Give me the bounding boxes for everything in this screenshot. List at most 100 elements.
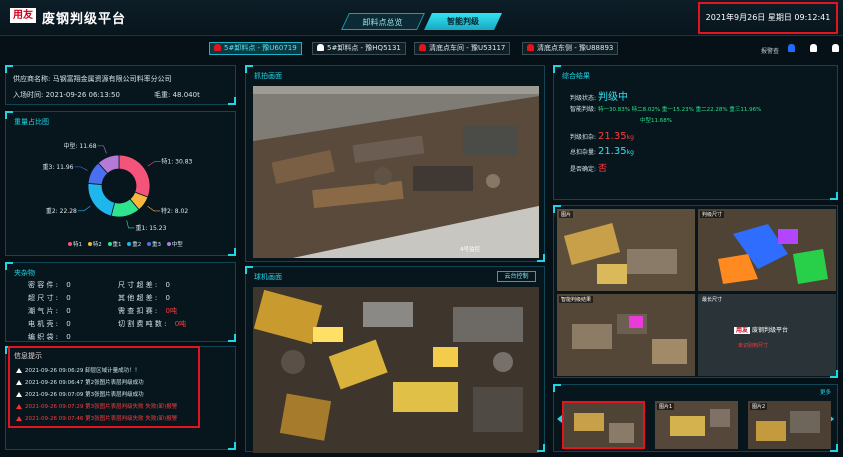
bell-icon <box>419 44 426 51</box>
bell-icon[interactable] <box>832 44 839 52</box>
inclusion-item: 切 割 费 吨 数 : 0吨 <box>118 320 187 328</box>
pie-label: 重3: 11.96 <box>43 163 74 171</box>
pie-label: 重2: 22.28 <box>46 207 77 215</box>
inclusions-panel: 夹杂物 密 容 件 : 0 尺 寸 超 差 : 0 超 尺 寸 : 0 其 他 … <box>5 262 236 342</box>
weight-ratio-chart: 特1: 30.83 特2: 8.02 重1: 15.23 重2: 22.28 重3: 1… <box>43 142 193 232</box>
bell-icon <box>317 44 324 51</box>
brand-logo: 用友 <box>10 8 36 23</box>
capture-title: 抓拍画面 <box>254 72 282 80</box>
camera-label: 4号监控 <box>460 247 480 253</box>
more-link[interactable]: 更多 <box>820 388 831 396</box>
pie-leader-line <box>74 166 88 171</box>
entry-time-value: 2021-09-26 06:13:50 <box>45 91 120 99</box>
bell-icon[interactable] <box>810 44 817 52</box>
pie-leader-line <box>147 206 161 212</box>
bell-icon <box>214 44 221 51</box>
gallery-thumb-1[interactable] <box>562 401 645 449</box>
brand-title-small: 废钢判级平台 <box>751 327 788 334</box>
total-deduct-value: 21.35 <box>597 146 627 157</box>
legend-dot <box>166 242 171 246</box>
legend-dot <box>68 242 72 246</box>
chart-legend: 特1 特2 重1 重2 重3 中型 <box>68 240 187 248</box>
capture-scene <box>253 86 539 258</box>
gallery-thumb-2[interactable]: 图片1 <box>655 401 738 449</box>
warning-icon <box>16 392 22 397</box>
live-camera-image[interactable] <box>253 287 539 453</box>
message-item-error: 2021-09-26 09:07:46 第3张图片表层判级失败 失败(卸)报警 <box>16 414 177 422</box>
inclusion-item: 超 尺 寸 : 0 <box>28 294 71 302</box>
weight-ratio-panel: 重量占比图 特1: 30.83 特2: 8.02 重1: 15.23 重2: 22.2… <box>5 111 236 256</box>
status-value: 判级中 <box>597 92 628 103</box>
analysis-thumb-1[interactable]: 图片 <box>557 209 695 291</box>
tab-smart-grading[interactable]: 智能判级 <box>424 13 502 30</box>
pie-leader-line <box>97 145 107 154</box>
result-panel: 综合结果 判级状态: 判级中 智能判级: 特一30.83% 特二8.02% 重一… <box>553 65 838 200</box>
tab-unloading-label: 卸料点总览 <box>362 18 403 27</box>
grade-line-2: 中型11.68% <box>640 118 672 124</box>
inclusion-item: 电 机 壳 : 0 <box>28 320 71 328</box>
legend-item: 特2 <box>87 240 102 248</box>
vehicle-bar: 5#卸料点 - 豫U60719 5#卸料点 - 豫HQ5131 清底点车间 - … <box>0 37 843 61</box>
warning-icon <box>16 380 22 385</box>
tab-grading-label: 智能判级 <box>447 17 479 26</box>
plate-tab-3[interactable]: 清底点车间 - 豫U53117 <box>414 42 511 55</box>
capture-panel: 抓拍画面 4号监控 <box>245 65 545 262</box>
pie-label: 特1: 30.83 <box>161 158 192 166</box>
message-item: 2021-09-26 09:07:09 第3张图片表层判级成功 <box>16 390 144 398</box>
thumb-label: 智能判级结果 <box>559 296 594 303</box>
plate-label: 清底点车间 - 豫U53117 <box>429 44 506 52</box>
thumb-label: 判级尺寸 <box>700 211 725 218</box>
pie-leader-line <box>147 161 161 167</box>
legend-item: 重1 <box>107 240 122 248</box>
plate-label: 清底点东侧 - 豫U88893 <box>537 44 614 52</box>
gallery-panel: 更多 图片1 图片2 <box>553 384 838 452</box>
analysis-thumb-2[interactable]: 判级尺寸 <box>698 209 836 291</box>
tab-unloading-overview[interactable]: 卸料点总览 <box>341 13 425 30</box>
gallery-thumb-3[interactable]: 图片2 <box>748 401 831 449</box>
capture-image[interactable]: 4号监控 <box>253 86 539 258</box>
pie-label: 特2: 8.02 <box>161 207 188 215</box>
no-size-text: 未识别到尺寸 <box>738 343 769 349</box>
longest-size-label: 最长尺寸 <box>702 297 723 303</box>
message-item: 2021-09-26 09:06:47 第2张图片表层判级成功 <box>16 378 144 386</box>
legend-dot <box>107 242 112 246</box>
deduct-label: 判级扣杂: <box>570 134 597 141</box>
size-info-box: 最长尺寸 用友 废钢判级平台 未识别到尺寸 <box>698 294 836 376</box>
pie-leader-line <box>77 205 91 212</box>
pie-slice-特1[interactable] <box>118 154 151 198</box>
pie-slice-重2[interactable] <box>87 182 116 217</box>
legend-dot <box>147 242 151 246</box>
result-title: 综合结果 <box>562 72 590 80</box>
supplier-name-label: 供应商名称: <box>13 75 51 83</box>
live-scene <box>253 287 539 453</box>
alarm-query-label[interactable]: 报警查 <box>761 46 779 55</box>
app-title: 废钢判级平台 <box>42 12 127 27</box>
bell-icon[interactable] <box>788 44 795 52</box>
plate-tab-4[interactable]: 清底点东侧 - 豫U88893 <box>522 42 619 55</box>
gross-weight-label: 毛重: <box>154 91 171 99</box>
confirm-label: 是否确定: <box>570 166 597 173</box>
confirm-value: 否 <box>597 164 607 174</box>
warning-icon <box>16 404 22 409</box>
inclusions-title: 夹杂物 <box>14 269 35 277</box>
header-bar: 用友 废钢判级平台 卸料点总览 智能判级 2021年9月26日 星期日 09:1… <box>0 0 843 36</box>
pie-leader-line <box>126 220 135 229</box>
plate-label: 5#卸料点 - 豫HQ5131 <box>327 44 401 52</box>
analysis-panel: 图片 判级尺寸 智能判级结果 最长尺寸 用友 废钢判级平台 未识别到尺寸 <box>553 205 838 378</box>
ptz-control-button[interactable]: 云台控制 <box>497 271 536 282</box>
entry-time-label: 入场时间: <box>13 91 44 99</box>
plate-label: 5#卸料点 - 豫U60719 <box>224 44 297 52</box>
gross-weight-value: 48.040t <box>172 91 200 99</box>
pie-label: 重1: 15.23 <box>135 224 166 232</box>
legend-item: 重2 <box>127 240 141 248</box>
inclusion-item: 其 他 超 差 : 0 <box>118 294 170 302</box>
inclusion-item: 需 查 扣 赛 : 0吨 <box>118 307 177 315</box>
total-deduct-label: 总扣杂量: <box>570 149 597 156</box>
analysis-thumb-3[interactable]: 智能判级结果 <box>557 294 695 376</box>
plate-tab-2[interactable]: 5#卸料点 - 豫HQ5131 <box>312 42 406 55</box>
warning-icon <box>16 416 22 421</box>
messages-title: 信息提示 <box>14 352 42 360</box>
plate-tab-1[interactable]: 5#卸料点 - 豫U60719 <box>209 42 302 55</box>
app-window: 用友 废钢判级平台 卸料点总览 智能判级 2021年9月26日 星期日 09:1… <box>0 0 843 457</box>
live-title: 球机画面 <box>254 273 282 281</box>
